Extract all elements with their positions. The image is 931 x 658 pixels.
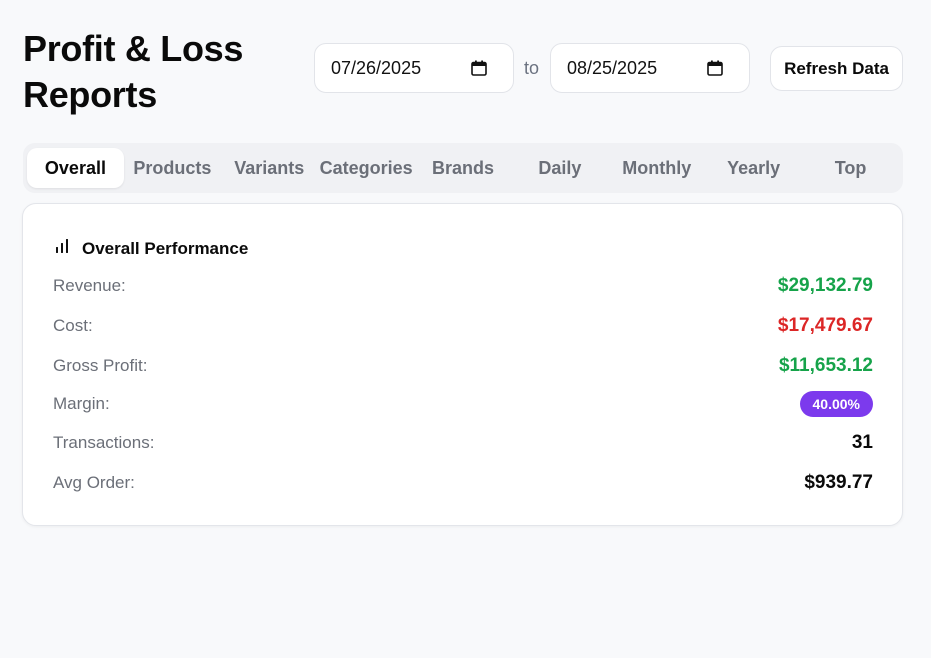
avg-order-value: $939.77 (804, 472, 873, 493)
bar-chart-icon (54, 238, 70, 259)
calendar-icon[interactable] (695, 60, 735, 76)
metric-row-transactions: Transactions: 31 (53, 430, 873, 456)
page: Profit & Loss Reports 07/26/2025 to 08/2… (0, 0, 931, 658)
tab-yearly[interactable]: Yearly (705, 148, 802, 188)
refresh-data-button[interactable]: Refresh Data (770, 46, 903, 91)
tab-overall[interactable]: Overall (27, 148, 124, 188)
metric-row-gross-profit: Gross Profit: $11,653.12 (53, 353, 873, 379)
tab-brands[interactable]: Brands (415, 148, 512, 188)
gross-profit-value: $11,653.12 (778, 355, 873, 376)
card-title: Overall Performance (82, 238, 249, 258)
transactions-value: 31 (851, 432, 873, 453)
tab-products[interactable]: Products (124, 148, 221, 188)
metric-row-avg-order: Avg Order: $939.77 (53, 470, 873, 496)
overall-performance-card: Overall Performance Revenue: $29,132.79 … (22, 203, 903, 526)
revenue-value: $29,132.79 (777, 275, 873, 296)
cost-value: $17,479.67 (777, 315, 873, 336)
date-from-value: 07/26/2025 (331, 57, 422, 78)
date-to-input[interactable]: 08/25/2025 (550, 43, 750, 93)
gross-profit-label: Gross Profit: (53, 356, 148, 375)
date-range-separator: to (524, 58, 540, 78)
revenue-label: Revenue: (53, 276, 126, 295)
calendar-icon[interactable] (459, 60, 499, 76)
tab-daily[interactable]: Daily (511, 148, 608, 188)
cost-label: Cost: (53, 316, 93, 335)
report-tabs: Overall Products Variants Categories Bra… (23, 143, 903, 193)
metric-row-revenue: Revenue: $29,132.79 (53, 273, 873, 299)
tab-categories[interactable]: Categories (318, 148, 415, 188)
metric-row-cost: Cost: $17,479.67 (53, 313, 873, 339)
tab-monthly[interactable]: Monthly (608, 148, 705, 188)
margin-badge: 40.00% (799, 391, 873, 417)
card-header: Overall Performance (54, 238, 248, 259)
page-title: Profit & Loss Reports (23, 28, 244, 115)
tab-top[interactable]: Top (802, 148, 899, 188)
date-to-value: 08/25/2025 (567, 57, 658, 78)
metric-row-margin: Margin: 40.00% (53, 391, 873, 417)
margin-label: Margin: (53, 394, 110, 413)
avg-order-label: Avg Order: (53, 473, 135, 492)
transactions-label: Transactions: (53, 433, 155, 452)
date-from-input[interactable]: 07/26/2025 (314, 43, 514, 93)
tab-variants[interactable]: Variants (221, 148, 318, 188)
